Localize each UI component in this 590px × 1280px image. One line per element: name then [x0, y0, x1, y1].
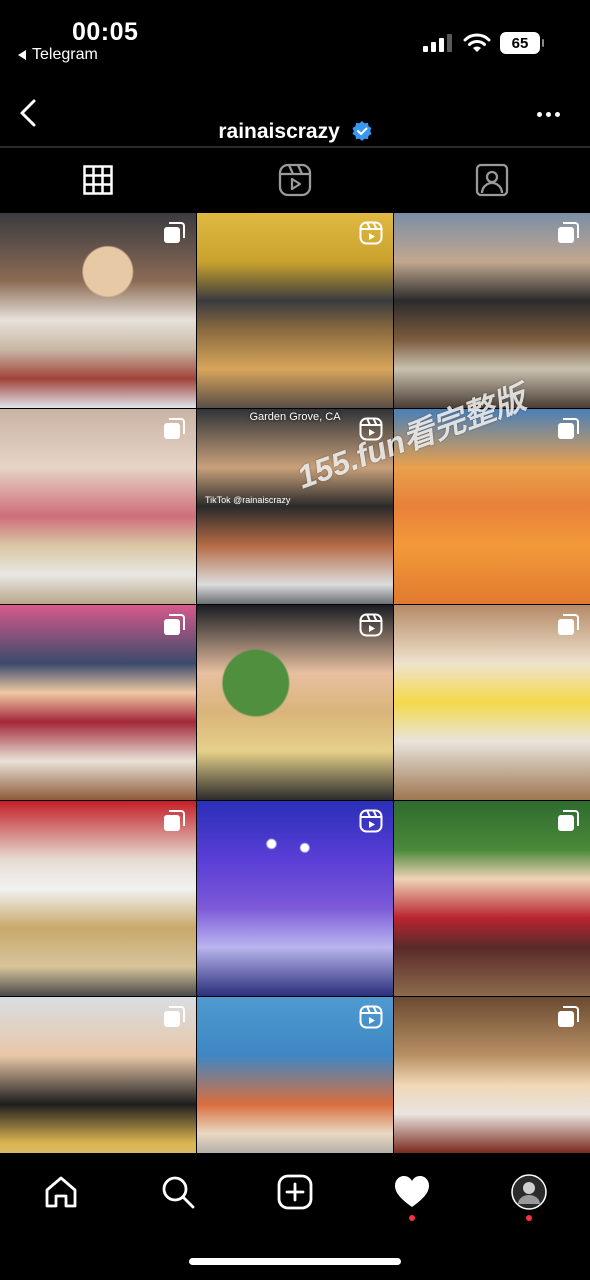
nav-create[interactable] — [275, 1172, 315, 1212]
nav-activity[interactable] — [392, 1172, 432, 1212]
reel-icon — [359, 613, 383, 637]
multiple-images-icon — [164, 222, 185, 243]
nav-search[interactable] — [158, 1172, 198, 1212]
profile-tabs — [0, 150, 590, 210]
post-thumbnail[interactable] — [0, 801, 196, 996]
post-thumbnail[interactable] — [197, 997, 393, 1153]
reel-icon — [359, 221, 383, 245]
battery-icon: 65 — [500, 32, 544, 54]
battery-level: 65 — [511, 34, 529, 52]
multiple-images-icon — [164, 1006, 185, 1027]
tab-posts-grid[interactable] — [0, 150, 197, 210]
post-thumbnail[interactable] — [394, 997, 590, 1153]
multiple-images-icon — [558, 810, 579, 831]
profile-username: rainaiscrazy — [0, 120, 590, 144]
multiple-images-icon — [558, 418, 579, 439]
post-type-overlay — [162, 613, 186, 642]
multiple-images-icon — [558, 1006, 579, 1027]
post-type-overlay — [359, 809, 383, 838]
post-type-overlay — [162, 417, 186, 446]
multiple-images-icon — [558, 222, 579, 243]
multiple-images-icon — [164, 614, 185, 635]
post-type-overlay — [556, 809, 580, 838]
post-type-overlay — [162, 1005, 186, 1034]
tiktok-label: TikTok @rainaiscrazy — [205, 495, 291, 505]
tab-reels[interactable] — [197, 150, 394, 210]
back-to-telegram[interactable]: Telegram — [18, 46, 98, 64]
profile-avatar — [511, 1174, 547, 1210]
back-app-label: Telegram — [32, 46, 98, 63]
verified-badge-icon — [352, 121, 372, 141]
post-type-overlay — [556, 1005, 580, 1034]
post-type-overlay — [359, 221, 383, 250]
reels-icon — [278, 163, 312, 197]
post-type-overlay — [162, 221, 186, 250]
multiple-images-icon — [164, 810, 185, 831]
tagged-person-icon — [475, 163, 508, 197]
grid-icon — [83, 165, 114, 195]
reel-icon — [359, 1005, 383, 1029]
post-thumbnail[interactable] — [0, 605, 196, 800]
status-time: 00:05 — [72, 18, 139, 46]
post-thumbnail[interactable] — [197, 213, 393, 408]
post-type-overlay — [556, 221, 580, 250]
heart-icon — [395, 1176, 429, 1207]
post-thumbnail[interactable] — [0, 997, 196, 1153]
status-bar: 00:05 Telegram 65 — [0, 0, 590, 80]
tab-tagged[interactable] — [393, 150, 590, 210]
cellular-signal-icon — [423, 34, 452, 52]
username-text: rainaiscrazy — [218, 120, 340, 143]
home-icon — [45, 1176, 77, 1208]
post-thumbnail[interactable] — [394, 213, 590, 408]
more-options-icon[interactable] — [537, 112, 560, 117]
post-thumbnail[interactable] — [197, 605, 393, 800]
post-type-overlay — [359, 613, 383, 642]
profile-header: rainaiscrazy — [0, 90, 590, 146]
create-plus-icon — [277, 1174, 313, 1210]
post-thumbnail[interactable] — [0, 213, 196, 408]
multiple-images-icon — [558, 614, 579, 635]
reel-icon — [359, 809, 383, 833]
header-divider — [0, 146, 590, 148]
home-indicator — [189, 1258, 401, 1265]
post-type-overlay — [556, 417, 580, 446]
profile-notification-dot — [526, 1215, 532, 1221]
post-thumbnail[interactable] — [0, 409, 196, 604]
wifi-icon — [463, 33, 491, 52]
multiple-images-icon — [164, 418, 185, 439]
nav-profile[interactable] — [509, 1172, 549, 1212]
post-thumbnail[interactable] — [394, 801, 590, 996]
post-type-overlay — [556, 613, 580, 642]
post-type-overlay — [359, 1005, 383, 1034]
back-triangle-icon — [18, 50, 26, 60]
nav-home[interactable] — [41, 1172, 81, 1212]
post-type-overlay — [162, 809, 186, 838]
activity-notification-dot — [409, 1215, 415, 1221]
posts-grid: Garden Grove, CA TikTok @rainaiscrazy — [0, 213, 590, 1153]
search-icon — [162, 1176, 195, 1209]
post-thumbnail[interactable] — [394, 605, 590, 800]
post-thumbnail[interactable] — [197, 801, 393, 996]
